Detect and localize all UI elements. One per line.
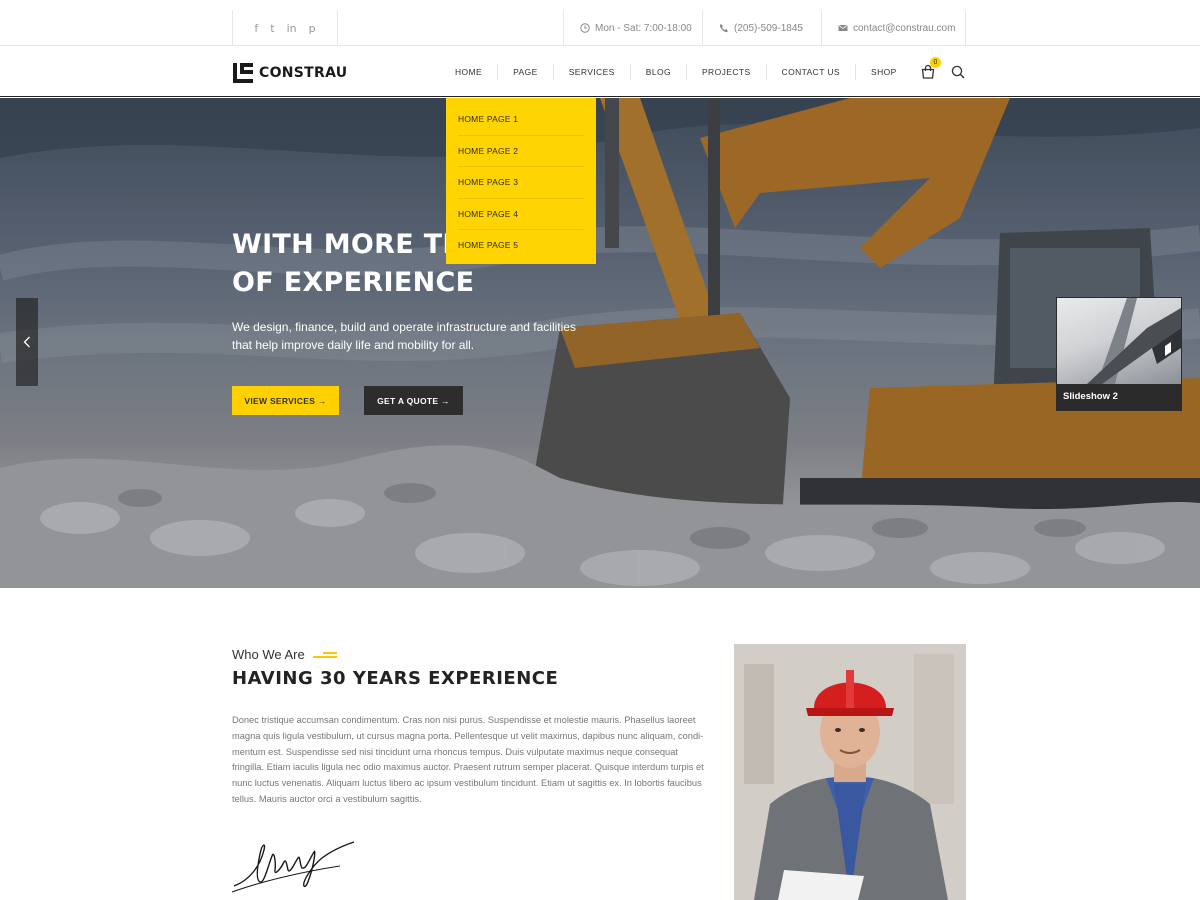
cart-count-badge: 0 — [930, 57, 941, 68]
dropdown-item-home-page-1[interactable]: HOME PAGE 1 — [458, 104, 584, 136]
phone-number[interactable]: (205)-509-1845 — [734, 23, 803, 34]
nav-item-services[interactable]: SERVICES — [554, 64, 631, 80]
hours-text: Mon - Sat: 7:00-18:00 — [595, 22, 692, 34]
next-slide-thumbnail[interactable]: Slideshow 2 — [1056, 297, 1182, 411]
hero-description: We design, finance, build and operate in… — [232, 320, 576, 352]
home-dropdown-menu: HOME PAGE 1 HOME PAGE 2 HOME PAGE 3 HOME… — [446, 98, 596, 264]
eyebrow-accent-line — [312, 651, 337, 658]
eyebrow-text: Who We Are — [232, 647, 305, 662]
phone-info: (205)-509-1845 — [702, 10, 821, 46]
slider-prev-button[interactable] — [16, 298, 38, 386]
main-nav: HOME PAGE SERVICES BLOG PROJECTS CONTACT… — [440, 64, 912, 80]
nav-item-blog[interactable]: BLOG — [631, 64, 687, 80]
main-header: CONSTRAU HOME PAGE SERVICES BLOG PROJECT… — [0, 47, 1200, 97]
dropdown-item-home-page-2[interactable]: HOME PAGE 2 — [458, 136, 584, 167]
building-thumbnail-graphic — [1087, 298, 1181, 384]
thumbnail-label: Slideshow 2 — [1063, 391, 1118, 402]
nav-item-contact-us[interactable]: CONTACT US — [767, 64, 856, 80]
nav-item-shop[interactable]: SHOP — [856, 64, 912, 80]
logo[interactable]: CONSTRAU — [233, 63, 347, 83]
logo-text: CONSTRAU — [259, 65, 348, 81]
twitter-icon[interactable]: t — [270, 22, 274, 35]
engineer-portrait-graphic — [734, 644, 966, 900]
section-title: HAVING 30 YEARS EXPERIENCE — [232, 668, 559, 689]
nav-item-home[interactable]: HOME — [440, 64, 499, 80]
nav-item-page[interactable]: PAGE — [498, 64, 554, 80]
dropdown-item-home-page-4[interactable]: HOME PAGE 4 — [458, 199, 584, 230]
nav-item-projects[interactable]: PROJECTS — [687, 64, 767, 80]
hero-title-line-2: OF EXPERIENCE — [232, 267, 475, 298]
opening-hours: Mon - Sat: 7:00-18:00 — [563, 10, 702, 46]
pinterest-icon[interactable]: p — [309, 22, 316, 35]
search-icon[interactable] — [951, 65, 965, 79]
dropdown-item-home-page-3[interactable]: HOME PAGE 3 — [458, 167, 584, 199]
social-links: f t in p — [232, 10, 338, 46]
about-paragraph: Donec tristique accumsan condimentum. Cr… — [232, 715, 704, 804]
thumbnail-image — [1057, 298, 1181, 384]
hero-slider: WITH MORE THAN OF EXPERIENCE We design, … — [0, 98, 1200, 588]
top-bar: f t in p Mon - Sat: 7:00-18:00 (205)-509… — [0, 0, 1200, 46]
get-quote-button[interactable]: GET A QUOTE → — [364, 386, 463, 415]
chevron-left-icon — [23, 336, 30, 348]
dropdown-item-home-page-5[interactable]: HOME PAGE 5 — [458, 230, 584, 262]
view-services-button[interactable]: VIEW SERVICES → — [232, 386, 339, 415]
phone-icon — [719, 24, 728, 33]
engineer-portrait-image — [734, 644, 966, 900]
linkedin-icon[interactable]: in — [287, 22, 297, 35]
email-info: contact@constrau.com — [821, 10, 966, 46]
logo-mark-icon — [233, 63, 253, 83]
clock-icon — [580, 23, 590, 33]
envelope-icon — [838, 24, 848, 31]
email-address[interactable]: contact@constrau.com — [853, 23, 955, 34]
section-eyebrow: Who We Are — [232, 647, 337, 662]
hero-overlay — [0, 98, 1200, 588]
facebook-icon[interactable]: f — [254, 22, 258, 35]
signature-image — [231, 841, 355, 893]
